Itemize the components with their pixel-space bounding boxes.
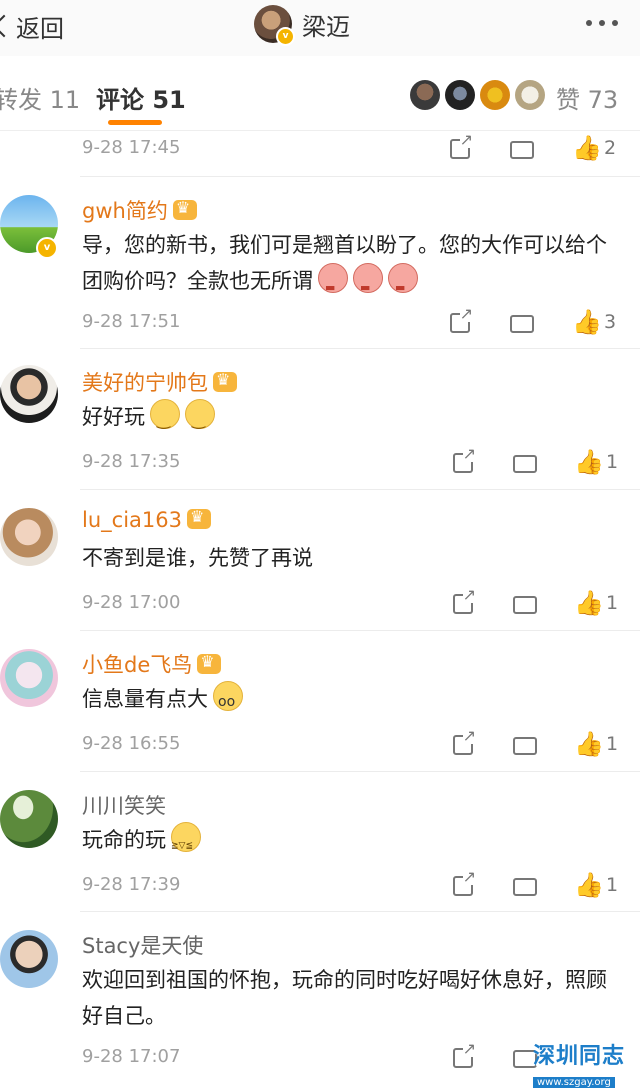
thumbs-up-icon[interactable]: 👍 <box>572 310 602 334</box>
comment-text: 不寄到是谁，先赞了再说 <box>82 540 622 576</box>
comment-icon[interactable] <box>513 590 537 614</box>
thumbs-up-icon[interactable]: 👍 <box>574 873 604 897</box>
list-item: lu_cia163 不寄到是谁，先赞了再说 9-28 17:00 👍 1 <box>0 490 640 631</box>
comment-text-content: 玩命的玩 <box>82 828 166 852</box>
liker-avatars[interactable] <box>410 80 545 110</box>
comment-time: 9-28 17:51 <box>82 311 181 332</box>
avatar[interactable] <box>480 80 510 110</box>
list-item: 美好的宁帅包 好好玩 9-28 17:35 👍 1 <box>0 349 640 490</box>
crown-icon <box>186 507 211 529</box>
back-label: 返回 <box>16 14 64 43</box>
top-bar: 返回 v 梁迈 <box>0 0 640 56</box>
tab-comments[interactable]: 评论 51 <box>96 80 186 115</box>
list-item: 川川笑笑 玩命的玩 9-28 17:39 👍 1 <box>0 772 640 912</box>
smile-emoji-icon <box>150 399 180 438</box>
thumbs-up-icon[interactable]: 👍 <box>574 732 604 756</box>
comment-icon[interactable] <box>510 135 534 159</box>
share-icon[interactable] <box>453 869 476 896</box>
username-text: gwh简约 <box>82 199 168 223</box>
username[interactable]: gwh简约 <box>82 195 197 225</box>
comment-text: 玩命的玩 <box>82 822 622 864</box>
like-count: 3 <box>604 311 617 333</box>
tab-likes[interactable]: 赞 73 <box>556 80 618 115</box>
verified-icon: v <box>36 237 58 259</box>
comment-text: 信息量有点大 <box>82 681 622 720</box>
share-icon[interactable] <box>450 132 473 159</box>
like-count: 1 <box>606 733 619 755</box>
laugh-cry-emoji-icon <box>171 822 201 864</box>
comment-time: 9-28 17:07 <box>82 1046 181 1067</box>
avatar[interactable] <box>0 790 58 848</box>
like-count: 1 <box>606 592 619 614</box>
comment-text: 好好玩 <box>82 399 622 438</box>
comment-time: 9-28 16:55 <box>82 733 181 754</box>
chevron-left-icon <box>0 14 16 38</box>
title-name: 梁迈 <box>302 12 350 41</box>
thumbs-up-icon[interactable]: 👍 <box>574 450 604 474</box>
username-text: 小鱼de飞鸟 <box>82 653 193 677</box>
avatar[interactable] <box>0 930 58 988</box>
share-icon[interactable] <box>453 446 476 473</box>
avatar[interactable] <box>0 365 58 423</box>
comment-text: 导，您的新书，我们可是翘首以盼了。您的大作可以给个团购价吗？全款也无所谓 <box>82 227 622 306</box>
share-icon[interactable] <box>453 587 476 614</box>
share-icon[interactable] <box>453 1041 476 1068</box>
avatar[interactable] <box>0 649 58 707</box>
like-count: 1 <box>606 451 619 473</box>
comment-time: 9-28 17:00 <box>82 592 181 613</box>
crown-icon <box>172 198 197 220</box>
pig-emoji-icon <box>318 263 348 306</box>
comment-icon[interactable] <box>510 309 534 333</box>
username[interactable]: 美好的宁帅包 <box>82 367 237 397</box>
comment-time: 9-28 17:45 <box>82 137 181 158</box>
share-icon[interactable] <box>453 728 476 755</box>
comment-time: 9-28 17:39 <box>82 874 181 895</box>
like-count: 2 <box>604 137 617 159</box>
username[interactable]: 小鱼de飞鸟 <box>82 649 222 679</box>
avatar[interactable] <box>515 80 545 110</box>
glasses-emoji-icon <box>213 681 243 720</box>
back-button[interactable]: 返回 <box>0 8 64 44</box>
username[interactable]: 川川笑笑 <box>82 790 166 820</box>
username-text: 美好的宁帅包 <box>82 371 208 395</box>
list-item: 小鱼de飞鸟 信息量有点大 9-28 16:55 👍 1 <box>0 631 640 772</box>
tab-repost[interactable]: 转发 11 <box>0 80 80 115</box>
thumbs-up-icon[interactable]: 👍 <box>574 591 604 615</box>
comment-icon[interactable] <box>513 449 537 473</box>
comment-icon[interactable] <box>513 731 537 755</box>
share-icon[interactable] <box>450 306 473 333</box>
comment-text-content: 好好玩 <box>82 405 145 429</box>
avatar[interactable] <box>0 508 58 566</box>
username-text: lu_cia163 <box>82 508 182 532</box>
crown-icon <box>197 652 222 674</box>
verified-icon: v <box>276 27 295 46</box>
watermark: 深圳同志 www.szgay.org <box>533 1038 637 1088</box>
list-item: 9-28 17:45 👍 2 <box>0 131 640 177</box>
pig-emoji-icon <box>388 263 418 306</box>
comment-text-content: 信息量有点大 <box>82 687 208 711</box>
username[interactable]: lu_cia163 <box>82 507 211 532</box>
pig-emoji-icon <box>353 263 383 306</box>
comment-text: 欢迎回到祖国的怀抱，玩命的同时吃好喝好休息好，照顾好自己。 <box>82 962 622 1034</box>
smile-emoji-icon <box>185 399 215 438</box>
comment-icon[interactable] <box>513 872 537 896</box>
list-item: v gwh简约 导，您的新书，我们可是翘首以盼了。您的大作可以给个团购价吗？全款… <box>0 177 640 349</box>
comment-time: 9-28 17:35 <box>82 451 181 472</box>
comment-text-content: 不寄到是谁，先赞了再说 <box>82 546 313 570</box>
avatar[interactable] <box>410 80 440 110</box>
tab-bar: 转发 11 评论 51 赞 73 <box>0 58 640 131</box>
username[interactable]: Stacy是天使 <box>82 930 203 960</box>
crown-icon <box>213 370 237 392</box>
watermark-title: 深圳同志 <box>533 1044 626 1069</box>
like-count: 1 <box>606 874 619 896</box>
more-icon[interactable] <box>586 20 618 26</box>
comment-text-content: 欢迎回到祖国的怀抱，玩命的同时吃好喝好休息好，照顾好自己。 <box>82 968 607 1028</box>
avatar[interactable]: v <box>254 5 295 46</box>
thumbs-up-icon[interactable]: 👍 <box>572 136 602 160</box>
tab-active-indicator <box>108 120 162 125</box>
watermark-url: www.szgay.org <box>533 1077 615 1088</box>
page-title[interactable]: v 梁迈 <box>254 4 350 46</box>
avatar[interactable] <box>445 80 475 110</box>
